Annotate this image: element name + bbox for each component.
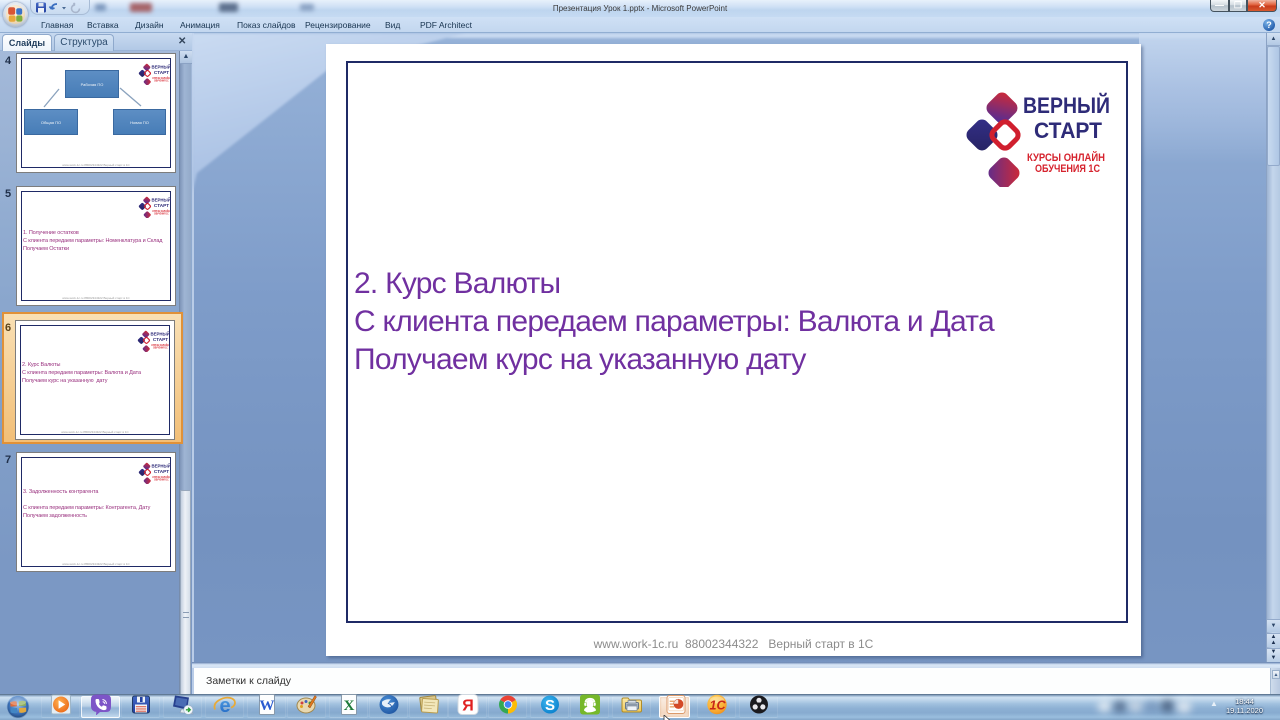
svg-text:X: X xyxy=(343,698,354,714)
svg-text:S: S xyxy=(544,697,554,714)
svg-text:Я: Я xyxy=(462,698,474,715)
svg-text:W: W xyxy=(259,698,274,714)
svg-text:1С: 1С xyxy=(709,699,726,713)
